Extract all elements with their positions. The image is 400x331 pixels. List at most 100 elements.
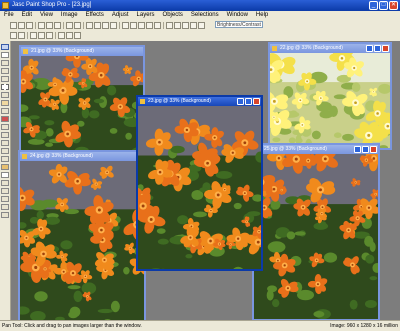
menu-view[interactable]: View — [36, 11, 57, 20]
image-icon — [272, 46, 277, 51]
learning-center-icon[interactable] — [190, 22, 197, 29]
toolbar-separator — [119, 22, 120, 29]
smudge-icon[interactable] — [1, 132, 9, 138]
maximize-button[interactable] — [245, 98, 252, 105]
dropper-icon[interactable] — [58, 32, 65, 39]
dropper-icon[interactable] — [1, 92, 9, 98]
maximize-button[interactable] — [374, 45, 381, 52]
zoom-out-icon[interactable] — [110, 22, 117, 29]
status-image-info: Image: 960 x 1280 x 16 million — [330, 323, 398, 329]
histogram-icon[interactable] — [174, 22, 181, 29]
lighten-icon[interactable] — [1, 140, 9, 146]
crop-tool-icon[interactable] — [66, 32, 73, 39]
mesh-warp-icon[interactable] — [1, 212, 9, 218]
minimize-button[interactable] — [366, 45, 373, 52]
save-icon[interactable] — [26, 22, 33, 29]
selection-tool-icon[interactable] — [1, 84, 9, 90]
resize-icon[interactable] — [130, 22, 137, 29]
image-window-title[interactable]: 23.jpg @ 33% (Background) — [138, 97, 261, 106]
toolbar-separator — [27, 32, 28, 39]
browse-icon[interactable] — [86, 22, 93, 29]
materials-icon[interactable] — [198, 22, 205, 29]
zoom-tool-icon[interactable] — [18, 32, 25, 39]
lasso-tool-icon[interactable] — [38, 32, 45, 39]
minimize-button[interactable] — [237, 98, 244, 105]
image-window-title-text: 21.jpg @ 33% (Background) — [31, 48, 94, 54]
overview-icon[interactable] — [182, 22, 189, 29]
menu-effects[interactable]: Effects — [82, 11, 108, 20]
pan-tool-icon[interactable] — [1, 44, 9, 50]
paste-icon[interactable] — [54, 22, 61, 29]
menu-window[interactable]: Window — [223, 11, 252, 20]
menu-file[interactable]: File — [0, 11, 18, 20]
paint-brush-icon[interactable] — [1, 100, 9, 106]
crop-tool-icon[interactable] — [1, 68, 9, 74]
text-tool-icon[interactable] — [1, 172, 9, 178]
close-button[interactable] — [382, 45, 389, 52]
zoom-in-icon[interactable] — [102, 22, 109, 29]
magic-wand-icon[interactable] — [46, 32, 53, 39]
image-window[interactable]: 22.jpg @ 33% (Background) — [268, 42, 392, 150]
image-icon — [140, 99, 145, 104]
image-window-title[interactable]: 21.jpg @ 33% (Background) — [21, 47, 143, 56]
toolbar-separator — [55, 32, 56, 39]
close-button[interactable]: ✕ — [389, 1, 398, 10]
toolbar-separator — [35, 22, 36, 29]
menu-objects[interactable]: Objects — [159, 11, 187, 20]
toolbar-separator — [63, 22, 64, 29]
eraser-icon[interactable] — [1, 148, 9, 154]
minimize-button[interactable]: _ — [369, 1, 378, 10]
move-tool-icon[interactable] — [1, 76, 9, 82]
red-eye-icon[interactable] — [1, 116, 9, 122]
image-window-title[interactable]: 24.jpg @ 33% (Background) — [20, 152, 144, 161]
cut-icon[interactable] — [38, 22, 45, 29]
selection-tool-icon[interactable] — [30, 32, 37, 39]
menu-selections[interactable]: Selections — [187, 11, 223, 20]
mirror-icon[interactable] — [154, 22, 161, 29]
layers-icon[interactable] — [166, 22, 173, 29]
move-tool-icon[interactable] — [74, 32, 81, 39]
open-icon[interactable] — [18, 22, 25, 29]
close-button[interactable] — [370, 146, 377, 153]
image-window[interactable]: 24.jpg @ 33% (Background) — [18, 150, 146, 322]
toolbar-row-standard — [10, 21, 205, 30]
picture-tube-icon[interactable] — [1, 156, 9, 162]
image-window-title[interactable]: 22.jpg @ 33% (Background) — [270, 44, 390, 53]
toolbar-separator — [83, 22, 84, 29]
flood-fill-icon[interactable] — [1, 164, 9, 170]
dodge-icon[interactable] — [1, 124, 9, 130]
app-icon — [2, 2, 9, 9]
copy-icon[interactable] — [46, 22, 53, 29]
print-icon[interactable] — [94, 22, 101, 29]
new-icon[interactable] — [10, 22, 17, 29]
menu-help[interactable]: Help — [252, 11, 272, 20]
image-window-title[interactable]: 25.jpg @ 33% (Background) — [254, 145, 378, 154]
object-selector-icon[interactable] — [1, 196, 9, 202]
image-window[interactable]: 21.jpg @ 33% (Background) — [19, 45, 145, 153]
image-window-active[interactable]: 23.jpg @ 33% (Background) — [136, 95, 263, 271]
rotate-icon[interactable] — [138, 22, 145, 29]
menu-image[interactable]: Image — [57, 11, 82, 20]
menu-edit[interactable]: Edit — [18, 11, 36, 20]
menu-layers[interactable]: Layers — [133, 11, 159, 20]
tools-palette — [0, 41, 11, 320]
toolbar-row-tool-options — [10, 31, 81, 40]
presets-dropdown[interactable]: Brightness/Contrast — [215, 21, 263, 28]
undo-icon[interactable] — [66, 22, 73, 29]
maximize-button[interactable] — [362, 146, 369, 153]
redo-icon[interactable] — [74, 22, 81, 29]
preset-shape-icon[interactable] — [1, 180, 9, 186]
warp-brush-icon[interactable] — [1, 204, 9, 210]
pen-tool-icon[interactable] — [1, 188, 9, 194]
close-button[interactable] — [253, 98, 260, 105]
clone-brush-icon[interactable] — [1, 108, 9, 114]
minimize-button[interactable] — [354, 146, 361, 153]
menu-adjust[interactable]: Adjust — [108, 11, 133, 20]
image-window[interactable]: 25.jpg @ 33% (Background) — [252, 143, 380, 321]
crop-icon[interactable] — [122, 22, 129, 29]
pan-tool-icon[interactable] — [10, 32, 17, 39]
flip-icon[interactable] — [146, 22, 153, 29]
maximize-button[interactable]: □ — [379, 1, 388, 10]
deform-tool-icon[interactable] — [1, 60, 9, 66]
zoom-tool-icon[interactable] — [1, 52, 9, 58]
